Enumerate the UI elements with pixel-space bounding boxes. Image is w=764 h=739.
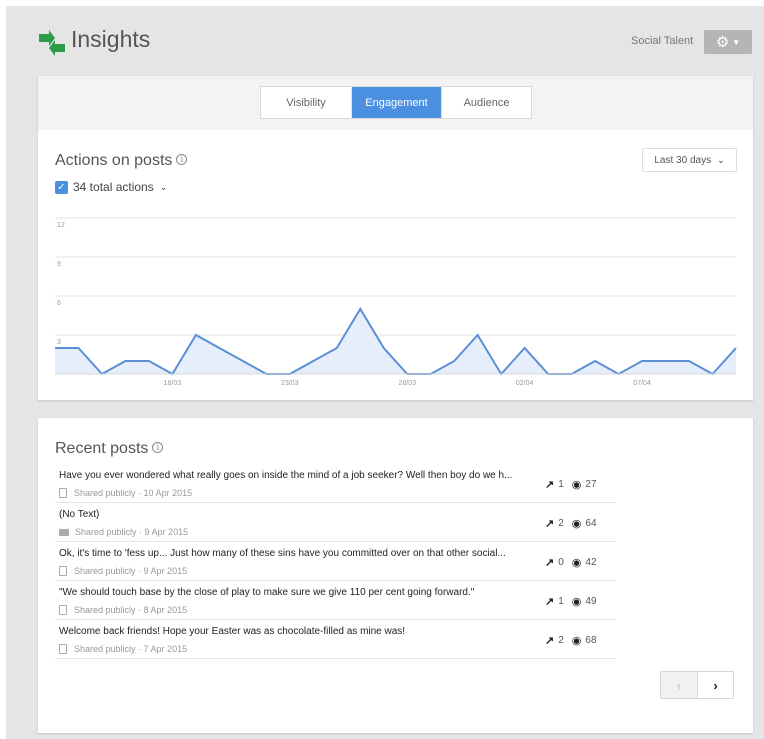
post-text[interactable]: Ok, it's time to 'fess up... Just how ma… <box>59 548 537 559</box>
info-icon[interactable]: i <box>176 154 188 165</box>
tab-visibility[interactable]: Visibility <box>261 87 351 118</box>
series-area <box>55 309 736 374</box>
post-actions-count: 0 <box>558 557 564 568</box>
caret-down-icon: ▼ <box>732 37 741 47</box>
previous-page-button[interactable]: ‹ <box>661 672 697 698</box>
post-views-count: 42 <box>585 557 597 568</box>
chevron-down-icon: ⌄ <box>717 154 725 165</box>
next-page-button[interactable]: › <box>697 672 733 698</box>
recent-posts-title-text: Recent posts <box>55 440 149 457</box>
post-actions-count: 2 <box>558 518 564 529</box>
document-icon <box>59 488 67 498</box>
post-views-count: 27 <box>585 479 597 490</box>
post-stats: ↗ 1 ◉ 49 <box>545 595 597 608</box>
post-date: 8 Apr 2015 <box>143 605 188 615</box>
post-date: 7 Apr 2015 <box>143 644 188 654</box>
post-text[interactable]: "We should touch base by the close of pl… <box>59 587 537 598</box>
trending-icon: ↗ <box>545 518 555 530</box>
actions-title-text: Actions on posts <box>55 152 173 169</box>
trending-icon: ↗ <box>545 596 555 608</box>
video-icon <box>59 528 69 536</box>
document-icon <box>59 644 67 654</box>
post-meta: Shared publicly · 10 Apr 2015 <box>59 488 192 498</box>
post-stats: ↗ 2 ◉ 64 <box>545 517 597 530</box>
post-meta: Shared publicly · 7 Apr 2015 <box>59 644 187 654</box>
page-background: Insights Social Talent ⚙ ▼ Visibility Eng… <box>6 6 764 739</box>
post-actions-count: 1 <box>558 479 564 490</box>
x-tick-label: 28/03 <box>398 380 416 387</box>
eye-icon: ◉ <box>571 518 582 530</box>
date-range-value: Last 30 days <box>654 154 712 166</box>
post-meta: Shared publicly · 9 Apr 2015 <box>59 566 187 576</box>
y-tick-label: 12 <box>57 222 65 229</box>
post-row[interactable]: Welcome back friends! Hope your Easter w… <box>55 620 616 659</box>
post-text[interactable]: Welcome back friends! Hope your Easter w… <box>59 626 537 637</box>
tab-audience[interactable]: Audience <box>441 87 531 118</box>
total-actions-label: 34 total actions <box>73 180 154 194</box>
post-stats: ↗ 2 ◉ 68 <box>545 634 597 647</box>
post-visibility: Shared publicly <box>74 605 136 615</box>
post-text[interactable]: (No Text) <box>59 509 537 520</box>
x-tick-label: 18/03 <box>164 380 182 387</box>
post-actions-count: 1 <box>558 596 564 607</box>
post-date: 9 Apr 2015 <box>144 527 189 537</box>
eye-icon: ◉ <box>571 596 582 608</box>
info-icon[interactable]: i <box>152 442 164 453</box>
y-tick-label: 6 <box>57 300 61 307</box>
eye-icon: ◉ <box>571 557 582 569</box>
post-row[interactable]: Ok, it's time to 'fess up... Just how ma… <box>55 542 616 581</box>
total-actions-toggle[interactable]: ✓ 34 total actions ⌄ <box>55 180 167 194</box>
y-tick-label: 3 <box>57 339 61 346</box>
post-visibility: Shared publicly <box>74 488 136 498</box>
document-icon <box>59 605 67 615</box>
post-meta: Shared publicly · 9 Apr 2015 <box>59 527 188 537</box>
post-row[interactable]: "We should touch base by the close of pl… <box>55 581 616 620</box>
post-row[interactable]: (No Text) Shared publicly · 9 Apr 2015 ↗… <box>55 503 616 542</box>
trending-icon: ↗ <box>545 557 555 569</box>
insights-logo-icon <box>39 30 65 56</box>
actions-chart: 12 9 6 3 18/03 23/03 28/03 02/04 07/04 <box>55 217 737 387</box>
date-range-select[interactable]: Last 30 days ⌄ <box>642 148 737 172</box>
post-text[interactable]: Have you ever wondered what really goes … <box>59 470 537 481</box>
trending-icon: ↗ <box>545 635 555 647</box>
chevron-down-icon: ⌄ <box>159 181 168 192</box>
post-row[interactable]: Have you ever wondered what really goes … <box>55 464 616 503</box>
tab-strip: Visibility Engagement Audience <box>38 76 753 130</box>
app-title: Insights <box>71 26 151 52</box>
post-actions-count: 2 <box>558 635 564 646</box>
document-icon <box>59 566 67 576</box>
x-tick-label: 23/03 <box>281 380 299 387</box>
post-date: 10 Apr 2015 <box>143 488 193 498</box>
eye-icon: ◉ <box>571 479 582 491</box>
tab-bar: Visibility Engagement Audience <box>260 86 532 119</box>
pagination: ‹ › <box>660 671 734 699</box>
x-tick-label: 02/04 <box>516 380 534 387</box>
settings-button[interactable]: ⚙ ▼ <box>704 30 752 54</box>
gear-icon: ⚙ <box>715 34 730 51</box>
post-meta: Shared publicly · 8 Apr 2015 <box>59 605 187 615</box>
post-date: 9 Apr 2015 <box>143 566 188 576</box>
total-actions-checkbox[interactable]: ✓ <box>55 180 68 194</box>
app-header: Insights Social Talent ⚙ ▼ <box>6 6 764 76</box>
tab-engagement[interactable]: Engagement <box>351 87 441 118</box>
y-tick-label: 9 <box>57 261 61 268</box>
post-visibility: Shared publicly <box>75 527 137 537</box>
actions-title: Actions on posts i <box>55 152 188 170</box>
post-views-count: 64 <box>585 518 597 529</box>
x-tick-label: 07/04 <box>633 380 651 387</box>
eye-icon: ◉ <box>571 635 582 647</box>
recent-posts-card: Recent posts i Have you ever wondered wha… <box>38 418 753 733</box>
trending-icon: ↗ <box>545 479 555 491</box>
actions-card: Visibility Engagement Audience Actions o… <box>38 76 753 400</box>
post-views-count: 68 <box>585 635 597 646</box>
recent-posts-title: Recent posts i <box>55 440 164 458</box>
post-stats: ↗ 0 ◉ 42 <box>545 556 597 569</box>
post-visibility: Shared publicly <box>74 644 136 654</box>
posts-list: Have you ever wondered what really goes … <box>55 464 616 659</box>
account-name[interactable]: Social Talent <box>631 35 693 47</box>
post-stats: ↗ 1 ◉ 27 <box>545 478 597 491</box>
post-views-count: 49 <box>585 596 597 607</box>
post-visibility: Shared publicly <box>74 566 136 576</box>
